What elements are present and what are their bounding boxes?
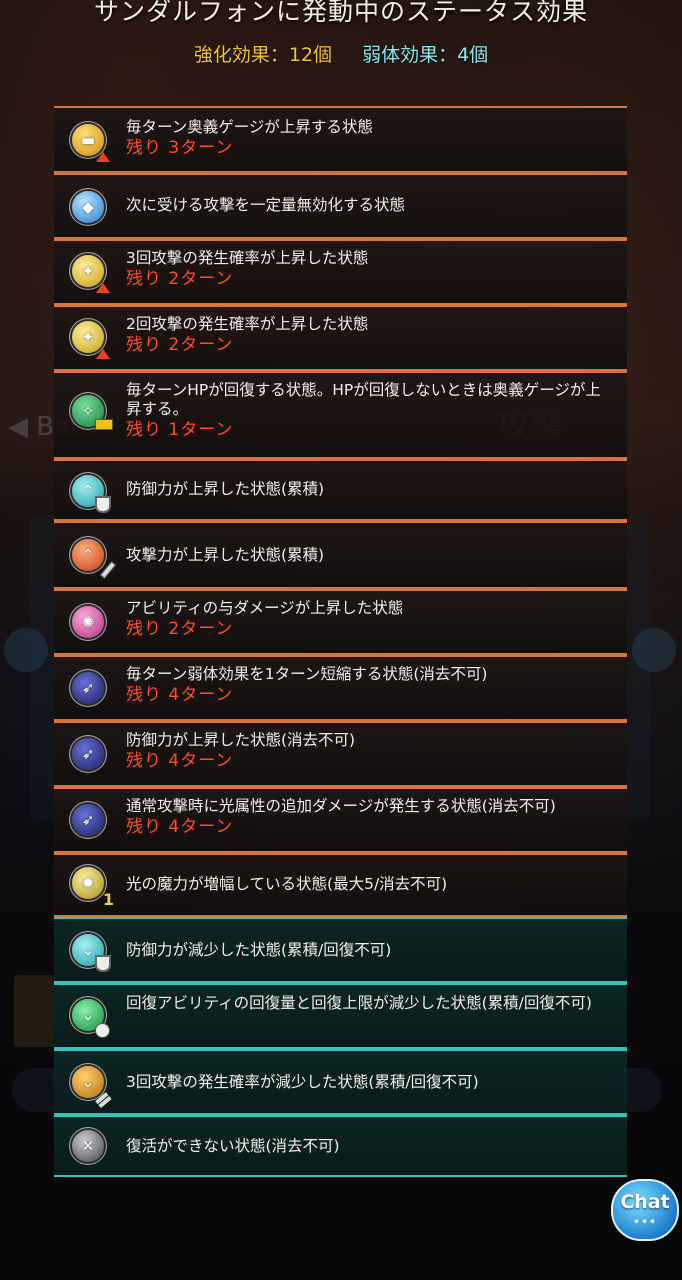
effect-turns: 残り 4ターン bbox=[126, 817, 234, 837]
effect-row: ⌃ 攻撃力が上昇した状態(累積) bbox=[54, 521, 627, 589]
effect-turns: 残り 2ターン bbox=[126, 269, 234, 289]
barrier-crystal-icon: ◆ bbox=[72, 191, 104, 223]
effect-row: ✧ 毎ターンHPが回復する状態。HPが回復しないときは奥義ゲージが上昇する。 残… bbox=[54, 371, 627, 459]
effect-description: 毎ターンHPが回復する状態。HPが回復しないときは奥義ゲージが上昇する。 bbox=[126, 381, 601, 418]
defense-down-icon: ⌄ bbox=[72, 934, 111, 972]
attack-up-stack-icon: ⌃ bbox=[72, 539, 104, 571]
effect-row: ✺ アビリティの与ダメージが上昇した状態 残り 2ターン bbox=[54, 589, 627, 655]
effect-description: 次に受ける攻撃を一定量無効化する状態 bbox=[126, 196, 406, 214]
effect-description: 毎ターン弱体効果を1ターン短縮する状態(消去不可) bbox=[126, 665, 488, 683]
debuff-count: 弱体効果：4個 bbox=[362, 44, 489, 66]
heal-down-icon: ⌄ bbox=[72, 999, 110, 1038]
regen-icon: ✧ bbox=[72, 395, 113, 430]
feather-debuff-shorten-icon: ➶ bbox=[72, 672, 104, 704]
effect-description: 2回攻撃の発生確率が上昇した状態 bbox=[126, 315, 369, 333]
effect-row: ◆ 次に受ける攻撃を一定量無効化する状態 bbox=[54, 173, 627, 239]
effect-row: ➶ 通常攻撃時に光属性の追加ダメージが発生する状態(消去不可) 残り 4ターン bbox=[54, 787, 627, 853]
effect-turns: 残り 2ターン bbox=[126, 335, 234, 355]
effect-turns: 残り 4ターン bbox=[126, 685, 234, 705]
effect-description: 3回攻撃の発生確率が上昇した状態 bbox=[126, 249, 369, 267]
effect-description: 防御力が上昇した状態(累積) bbox=[126, 480, 325, 498]
gauge-up-icon: ▬ bbox=[72, 124, 110, 162]
chat-dots-icon: ••• bbox=[632, 1215, 658, 1229]
effect-turns: 残り 3ターン bbox=[126, 138, 234, 158]
effect-turns: 残り 2ターン bbox=[126, 619, 234, 639]
effect-row: ⌄ 防御力が減少した状態(累積/回復不可) bbox=[54, 917, 627, 983]
effect-row: ➶ 防御力が上昇した状態(消去不可) 残り 4ターン bbox=[54, 721, 627, 787]
defense-up-stack-icon: ⌃ bbox=[72, 475, 111, 513]
chat-button[interactable]: Chat ••• bbox=[611, 1179, 679, 1241]
effect-counts: 強化効果：12個 弱体効果：4個 bbox=[0, 40, 682, 67]
buff-count: 強化効果：12個 bbox=[193, 44, 333, 66]
effect-description: 光の魔力が増幅している状態(最大5/消去不可) bbox=[126, 875, 448, 893]
effect-turns: 残り 1ターン bbox=[126, 420, 234, 440]
ability-damage-up-icon: ✺ bbox=[72, 606, 104, 638]
effect-description: 毎ターン奥義ゲージが上昇する状態 bbox=[126, 118, 373, 136]
effect-description: 3回攻撃の発生確率が減少した状態(累積/回復不可) bbox=[126, 1073, 479, 1091]
effect-description: 防御力が上昇した状態(消去不可) bbox=[126, 731, 356, 749]
chat-label: Chat bbox=[620, 1191, 670, 1213]
triple-attack-down-icon: ⌄ bbox=[72, 1066, 104, 1098]
triple-attack-up-icon: ✦ bbox=[72, 255, 110, 293]
effect-description: 防御力が減少した状態(累積/回復不可) bbox=[126, 941, 392, 959]
effect-row: ▬ 毎ターン奥義ゲージが上昇する状態 残り 3ターン bbox=[54, 106, 627, 173]
effect-description: 攻撃力が上昇した状態(累積) bbox=[126, 546, 325, 564]
effect-description: 通常攻撃時に光属性の追加ダメージが発生する状態(消去不可) bbox=[126, 797, 556, 815]
effect-description: アビリティの与ダメージが上昇した状態 bbox=[126, 599, 404, 617]
light-power-stack-icon: ✹ bbox=[72, 867, 114, 909]
feather-light-echo-icon: ➶ bbox=[72, 804, 104, 836]
no-revive-icon: ✕ bbox=[72, 1130, 104, 1162]
effect-row: ✕ 復活ができない状態(消去不可) bbox=[54, 1115, 627, 1177]
effect-description: 回復アビリティの回復量と回復上限が減少した状態(累積/回復不可) bbox=[126, 994, 592, 1012]
effect-row: ✦ 2回攻撃の発生確率が上昇した状態 残り 2ターン bbox=[54, 305, 627, 371]
effect-turns: 残り 4ターン bbox=[126, 751, 234, 771]
double-attack-up-icon: ✦ bbox=[72, 321, 110, 359]
effect-description: 復活ができない状態(消去不可) bbox=[126, 1137, 340, 1155]
status-title: サンダルフォンに発動中のステータス効果 bbox=[93, 0, 588, 26]
effect-row: ⌄ 回復アビリティの回復量と回復上限が減少した状態(累積/回復不可) bbox=[54, 983, 627, 1049]
effect-row: ✦ 3回攻撃の発生確率が上昇した状態 残り 2ターン bbox=[54, 239, 627, 305]
effect-row: ⌃ 防御力が上昇した状態(累積) bbox=[54, 459, 627, 521]
effect-row: ➶ 毎ターン弱体効果を1ターン短縮する状態(消去不可) 残り 4ターン bbox=[54, 655, 627, 721]
effect-row: ⌄ 3回攻撃の発生確率が減少した状態(累積/回復不可) bbox=[54, 1049, 627, 1115]
status-effect-list[interactable]: ▬ 毎ターン奥義ゲージが上昇する状態 残り 3ターン ◆ 次に受ける攻撃を一定量… bbox=[54, 106, 627, 1177]
effect-row: ✹ 光の魔力が増幅している状態(最大5/消去不可) bbox=[54, 853, 627, 917]
feather-defense-up-icon: ➶ bbox=[72, 738, 104, 770]
